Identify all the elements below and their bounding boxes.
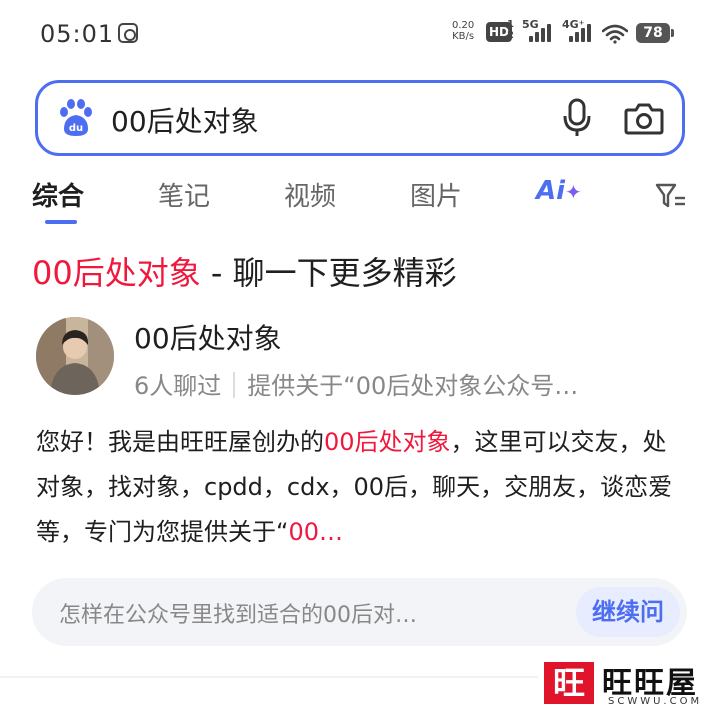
status-bar: 05:01 0.20 KB/s HD 1 2 5G 4G⁺ 78 <box>0 0 720 64</box>
tab-video[interactable]: 视频 <box>284 176 336 213</box>
avatar-image <box>36 317 114 395</box>
sparkle-icon: ✦ <box>565 180 582 204</box>
watermark-domain: SCWWU.COM <box>608 696 703 707</box>
account-provides: 提供关于“00后处对象公众号… <box>247 372 579 400</box>
watermark-seal: 旺 <box>544 662 594 704</box>
result-description[interactable]: 您好！我是由旺旺屋创办的00后处对象，这里可以交友，处对象，找对象，cpdd，c… <box>36 420 676 555</box>
app-notification-icon <box>118 23 138 43</box>
signal-icon <box>567 22 593 42</box>
tab-ai[interactable]: Ai✦ <box>536 176 582 206</box>
tab-comprehensive[interactable]: 综合 <box>32 176 84 213</box>
svg-text:du: du <box>69 123 83 134</box>
camera-icon[interactable] <box>624 100 664 136</box>
result-title[interactable]: 00后处对象 - 聊一下更多精彩 <box>32 248 457 294</box>
microphone-icon[interactable] <box>560 98 594 138</box>
active-tab-indicator <box>45 220 77 224</box>
account-meta: 6人聊过 提供关于“00后处对象公众号… <box>134 366 664 401</box>
hd-sim-number: 1 2 <box>507 19 514 41</box>
tab-images[interactable]: 图片 <box>410 176 462 213</box>
followup-question[interactable]: 怎样在公众号里找到适合的00后对… <box>59 597 417 629</box>
battery-icon: 78 <box>636 23 674 43</box>
baidu-logo-icon: du <box>60 99 92 136</box>
wifi-icon <box>602 24 628 44</box>
search-tabs: 综合 笔记 视频 图片 Ai✦ <box>0 170 720 226</box>
search-input[interactable]: 00后处对象 <box>111 100 259 140</box>
chat-count: 6人聊过 <box>134 372 222 400</box>
account-name[interactable]: 00后处对象 <box>134 317 282 357</box>
search-box[interactable]: du 00后处对象 <box>35 80 685 156</box>
avatar[interactable] <box>36 317 114 395</box>
watermark: 旺 旺旺屋 SCWWU.COM <box>538 656 720 710</box>
divider <box>0 676 540 678</box>
signal-icon <box>527 22 553 42</box>
continue-ask-button[interactable]: 继续问 <box>576 587 680 637</box>
tab-notes[interactable]: 笔记 <box>158 176 210 213</box>
followup-suggestion[interactable]: 怎样在公众号里找到适合的00后对… 继续问 <box>32 578 687 646</box>
meta-divider <box>233 372 236 398</box>
network-speed: 0.20 KB/s <box>452 20 475 42</box>
filter-icon[interactable] <box>655 182 687 210</box>
status-time: 05:01 <box>40 20 115 48</box>
